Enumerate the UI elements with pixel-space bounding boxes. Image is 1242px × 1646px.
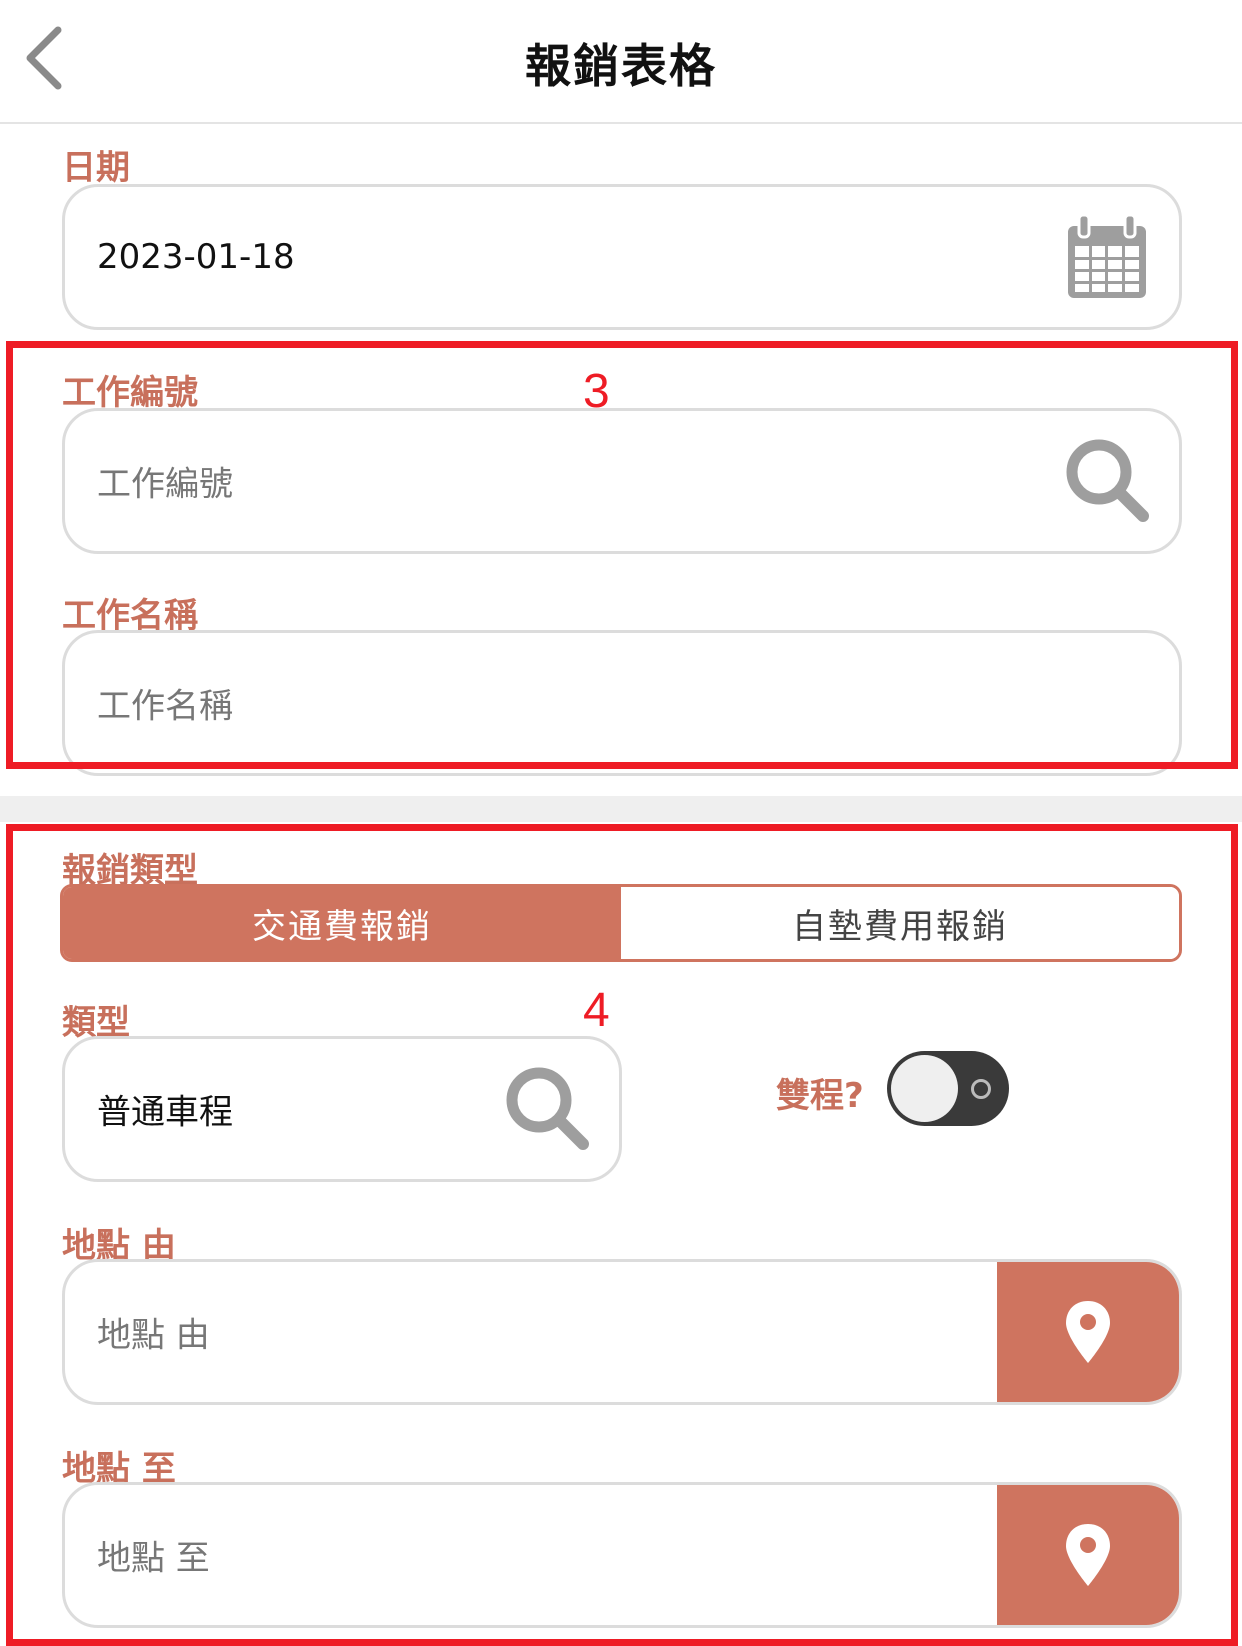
map-pin-icon xyxy=(1066,1301,1110,1363)
search-icon[interactable] xyxy=(1063,436,1153,526)
location-from-field[interactable]: 地點 由 xyxy=(62,1259,1182,1405)
location-from-pin-button[interactable] xyxy=(997,1262,1179,1402)
job-number-label: 工作編號 xyxy=(62,373,198,413)
nav-header: 報銷表格 xyxy=(0,0,1242,124)
date-field[interactable]: 2023-01-18 xyxy=(62,184,1182,330)
job-name-placeholder: 工作名稱 xyxy=(97,686,233,727)
toggle-off-indicator-icon xyxy=(971,1079,991,1099)
expense-type-segmented-control[interactable]: 交通費報銷 自墊費用報銷 xyxy=(60,884,1182,962)
category-value: 普通車程 xyxy=(97,1092,233,1133)
search-icon[interactable] xyxy=(503,1064,593,1154)
job-name-field[interactable]: 工作名稱 xyxy=(62,630,1182,776)
date-label: 日期 xyxy=(62,148,130,188)
calendar-icon[interactable] xyxy=(1065,212,1149,302)
round-trip-label: 雙程? xyxy=(776,1076,864,1116)
section-divider xyxy=(0,796,1242,822)
annotation-number-3: 3 xyxy=(583,365,610,418)
job-number-field[interactable]: 工作編號 xyxy=(62,408,1182,554)
segment-advance[interactable]: 自墊費用報銷 xyxy=(621,887,1179,959)
location-from-placeholder: 地點 由 xyxy=(97,1315,210,1356)
location-to-field[interactable]: 地點 至 xyxy=(62,1482,1182,1628)
segment-transport[interactable]: 交通費報銷 xyxy=(63,887,621,959)
toggle-knob xyxy=(891,1055,958,1122)
job-number-placeholder: 工作編號 xyxy=(97,464,233,505)
category-field[interactable]: 普通車程 xyxy=(62,1036,622,1182)
page-title: 報銷表格 xyxy=(525,39,717,93)
location-to-pin-button[interactable] xyxy=(997,1485,1179,1625)
annotation-number-4: 4 xyxy=(583,984,610,1037)
location-to-placeholder: 地點 至 xyxy=(97,1538,210,1579)
date-value: 2023-01-18 xyxy=(97,237,295,277)
round-trip-toggle[interactable] xyxy=(887,1051,1009,1126)
map-pin-icon xyxy=(1066,1524,1110,1586)
